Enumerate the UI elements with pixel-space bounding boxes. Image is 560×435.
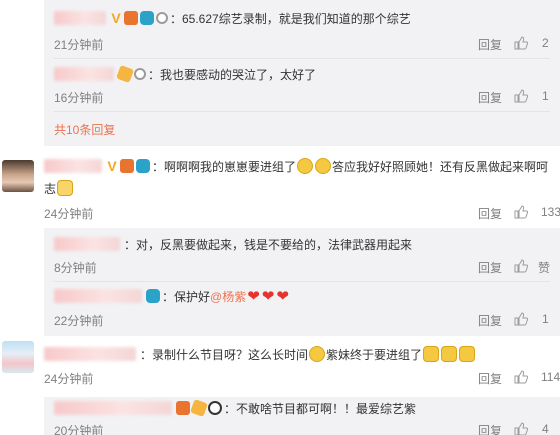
like-count: 133: [541, 205, 560, 219]
crying-emoji-icon: [297, 158, 314, 174]
vip-badge-icon: [120, 159, 134, 173]
reply-button[interactable]: 回复: [478, 89, 502, 106]
reply-text: ：保护好: [162, 289, 211, 304]
clap-emoji-icon: [423, 346, 440, 362]
timestamp: 21分钟前: [54, 38, 104, 52]
timestamp: 8分钟前: [54, 261, 97, 275]
reply-thread-3: ：不敢啥节目都可啊！！最爱综艺紫 20分钟前 回复 4: [44, 397, 560, 435]
like-label[interactable]: 赞: [538, 259, 550, 276]
reply-thread-1: V ：65.627综艺录制，就是我们知道的那个综艺 21分钟前 回复 2 ：我也…: [44, 0, 560, 146]
reply-button[interactable]: 回复: [478, 422, 502, 435]
verified-icon: V: [111, 10, 121, 26]
reply-4: ：保护好 @杨紫 ❤ ❤ ❤: [54, 286, 560, 306]
ring-badge-icon: [134, 68, 146, 80]
clap-emoji-icon: [441, 346, 458, 362]
like-count: 2: [542, 36, 549, 50]
thumb-up-icon[interactable]: [514, 312, 529, 326]
divider: [54, 281, 550, 282]
reply-text: ：65.627综艺录制，就是我们知道的那个综艺: [170, 11, 411, 26]
username-blurred[interactable]: [54, 237, 120, 251]
timestamp: 24分钟前: [44, 207, 94, 221]
comment-2: ：录制什么节目呀？这么长时间 紫妹终于要进组了 24分钟前 回复 114: [0, 342, 560, 394]
thumb-up-icon[interactable]: [514, 422, 529, 435]
heart-icon: ❤: [261, 288, 275, 305]
view-more-replies-link[interactable]: 共10条回复: [54, 121, 115, 138]
reply-thread-2: ：对，反黑要做起来，钱是不要给的，法律武器用起来 8分钟前 回复 赞 ：保护好 …: [44, 228, 560, 336]
fan-badge-icon: [136, 159, 150, 173]
comment-text-end: 志: [44, 181, 57, 196]
comment-line-1: ：录制什么节目呀？这么长时间 紫妹终于要进组了: [44, 344, 560, 364]
comment-text-continued: 答应我好好照顾她！还有反黑做起来啊呵: [332, 159, 549, 174]
heart-icon: ❤: [276, 288, 289, 305]
username-blurred[interactable]: [54, 67, 114, 81]
reply-3: ：对，反黑要做起来，钱是不要给的，法律武器用起来: [54, 234, 560, 254]
thumb-up-icon[interactable]: [514, 370, 529, 384]
comment-line-1: V ：啊啊啊我的崽崽要进组了 答应我好好照顾她！还有反黑做起来啊呵: [44, 156, 560, 176]
clap-emoji-icon: [459, 346, 476, 362]
ring-badge-icon: [156, 12, 168, 24]
reply-1: V ：65.627综艺录制，就是我们知道的那个综艺: [54, 8, 560, 28]
timestamp: 24分钟前: [44, 372, 94, 386]
verified-icon: V: [107, 158, 117, 174]
reply-button[interactable]: 回复: [478, 312, 502, 329]
comment-1: V ：啊啊啊我的崽崽要进组了 答应我好好照顾她！还有反黑做起来啊呵 志 24分钟…: [0, 156, 560, 226]
reply-text: ：我也要感动的哭泣了，太好了: [148, 67, 317, 82]
vip-badge-icon: [124, 11, 138, 25]
timestamp: 20分钟前: [54, 424, 104, 435]
username-blurred[interactable]: [54, 289, 142, 303]
fan-badge-icon: [146, 289, 160, 303]
divider: [54, 58, 550, 59]
reply-button[interactable]: 回复: [478, 205, 502, 222]
vip-badge-icon: [176, 401, 190, 415]
crying-emoji-icon: [315, 158, 332, 174]
username-blurred[interactable]: [44, 347, 136, 361]
reply-button[interactable]: 回复: [478, 36, 502, 53]
reply-2: ：我也要感动的哭泣了，太好了: [54, 64, 560, 84]
like-count: 114: [541, 370, 560, 384]
username-blurred[interactable]: [54, 11, 106, 25]
thumb-up-icon[interactable]: [514, 36, 529, 50]
username-blurred[interactable]: [44, 159, 102, 173]
thumb-up-icon[interactable]: [514, 259, 529, 273]
thumb-up-icon[interactable]: [514, 89, 529, 103]
gift-badge-icon: [116, 65, 134, 83]
comment-text-continued: 紫妹终于要进组了: [326, 347, 423, 362]
reply-button[interactable]: 回复: [478, 370, 502, 387]
gift-badge-icon: [190, 399, 208, 417]
reply-5: ：不敢啥节目都可啊！！最爱综艺紫: [54, 398, 560, 418]
username-blurred[interactable]: [54, 401, 172, 415]
thumb-up-icon[interactable]: [514, 205, 529, 219]
reply-text: ：对，反黑要做起来，钱是不要给的，法律武器用起来: [124, 237, 413, 252]
reply-button[interactable]: 回复: [478, 259, 502, 276]
fist-emoji-icon: [57, 180, 74, 196]
timestamp: 16分钟前: [54, 91, 104, 105]
mention-link[interactable]: @杨紫: [210, 288, 246, 305]
timestamp: 22分钟前: [54, 314, 104, 328]
comment-text: ：录制什么节目呀？这么长时间: [140, 347, 309, 362]
like-count: 1: [542, 89, 549, 103]
comment-line-2: 志: [44, 178, 560, 198]
like-count: 1: [542, 312, 549, 326]
fan-badge-icon: [140, 11, 154, 25]
reply-text: ：不敢啥节目都可啊！！最爱综艺紫: [224, 401, 417, 416]
smile-emoji-icon: [309, 346, 326, 362]
panda-badge-icon: [208, 401, 222, 415]
like-count: 4: [542, 422, 549, 435]
divider: [54, 111, 550, 112]
heart-icon: ❤: [247, 288, 260, 305]
comment-text: ：啊啊啊我的崽崽要进组了: [152, 159, 297, 174]
